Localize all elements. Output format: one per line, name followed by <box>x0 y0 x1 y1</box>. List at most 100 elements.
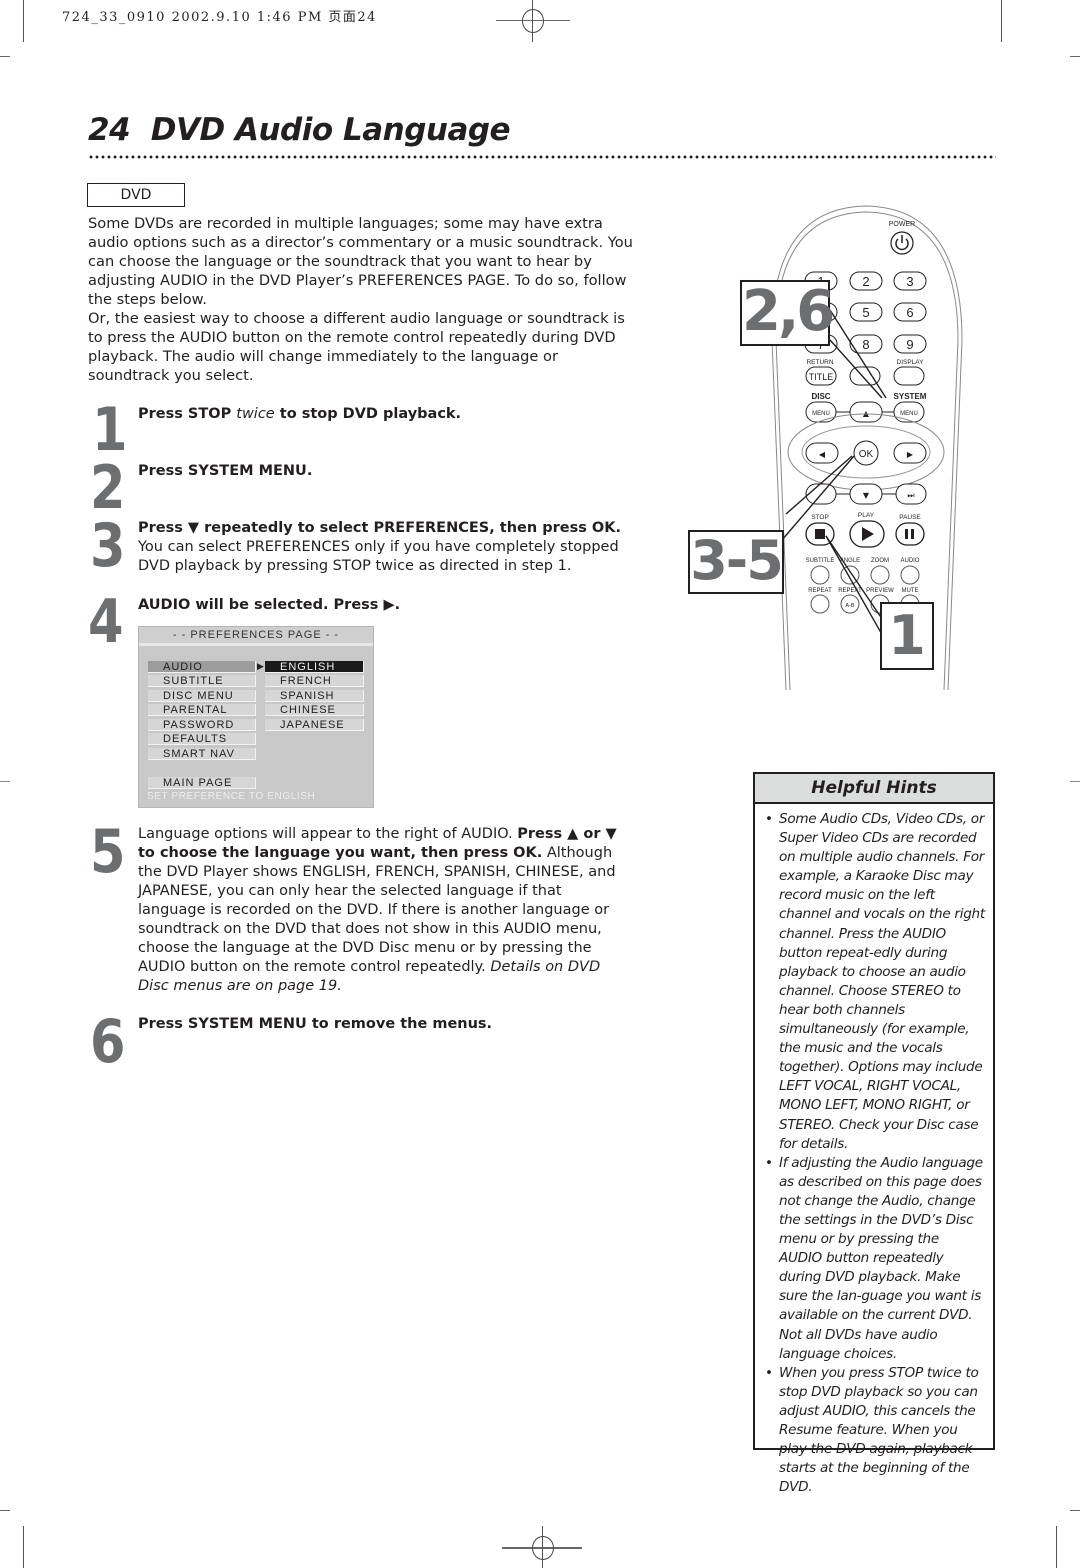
osd-menu-item-subtitle[interactable]: SUBTITLE <box>148 675 256 687</box>
hints-list: Some Audio CDs, Video CDs, or Super Vide… <box>755 804 993 1497</box>
remote-label-system: SYSTEM <box>894 392 927 401</box>
step-text-bold: Press SYSTEM MENU to remove the menus. <box>138 1016 493 1032</box>
digit-label: 5 <box>862 305 869 320</box>
remote-label-pause: PAUSE <box>899 514 921 521</box>
crop-mark <box>1070 56 1080 57</box>
zoom-button[interactable] <box>870 565 890 585</box>
osd-menu-item-disc-menu[interactable]: DISC MENU <box>148 690 256 702</box>
osd-menu-item-password[interactable]: PASSWORD <box>148 719 256 731</box>
helpful-hints-title: Helpful Hints <box>755 774 993 804</box>
remote-label-audio: AUDIO <box>900 558 919 564</box>
callout-steps-3-5: 3-5 <box>688 530 784 594</box>
callout-step-1: 1 <box>880 602 934 670</box>
step-6-text: Press SYSTEM MENU to remove the menus. <box>138 1015 632 1034</box>
up-arrow-icon: ▲ <box>863 409 870 418</box>
remote-label-subtitle: SUBTITLE <box>806 558 835 564</box>
audio-button[interactable] <box>900 565 920 585</box>
digit-label: 2 <box>862 274 869 289</box>
hint-item: Some Audio CDs, Video CDs, or Super Vide… <box>765 810 985 1154</box>
step-number: 1 <box>92 395 127 465</box>
remote-label-menu: MENU <box>812 411 830 417</box>
osd-menu-item-parental[interactable]: PARENTAL <box>148 704 256 716</box>
step-text-bold: AUDIO will be selected. Press ▶. <box>138 597 401 613</box>
crop-mark <box>0 56 10 57</box>
helpful-hints-box: Helpful Hints Some Audio CDs, Video CDs,… <box>753 772 995 1495</box>
next-icon: ⏭ <box>907 491 914 500</box>
crop-mark <box>1001 0 1002 42</box>
intro-paragraph: Some DVDs are recorded in multiple langu… <box>88 215 633 308</box>
step-text-italic: twice <box>236 406 275 422</box>
osd-selection-arrow-icon: ▶ <box>257 661 264 671</box>
display-button[interactable] <box>893 366 925 386</box>
right-arrow-icon: ▶ <box>907 450 914 459</box>
digit-label: 6 <box>906 305 913 320</box>
crop-mark <box>0 1510 10 1511</box>
osd-language-spanish[interactable]: SPANISH <box>265 690 364 702</box>
callout-steps-2-6: 2,6 <box>740 279 835 346</box>
step-number: 3 <box>90 511 125 581</box>
osd-menu-item-audio[interactable]: AUDIO <box>148 661 256 673</box>
osd-main-page[interactable]: MAIN PAGE <box>148 777 256 789</box>
step-text: You can select PREFERENCES only if you h… <box>138 539 619 574</box>
disc-type-badge: DVD <box>87 183 185 207</box>
crop-mark <box>1070 781 1080 782</box>
osd-menu-item-defaults[interactable]: DEFAULTS <box>148 733 256 745</box>
remote-label-play: PLAY <box>858 512 875 519</box>
remote-label-mute: MUTE <box>902 588 919 594</box>
subtitle-button[interactable] <box>810 565 830 585</box>
crop-mark <box>1056 1526 1057 1568</box>
step-3-text: Press ▼ repeatedly to select PREFERENCES… <box>138 519 632 576</box>
dotted-divider <box>88 155 996 159</box>
step-2-text: Press SYSTEM MENU. <box>138 462 632 481</box>
step-text-bold: Press SYSTEM MENU. <box>138 463 313 479</box>
osd-status-text: SET PREFERENCE TO ENGLISH <box>147 791 316 802</box>
remote-label-display: DISPLAY <box>897 359 925 366</box>
osd-menu-item-smart-nav[interactable]: SMART NAV <box>148 748 256 760</box>
step-number: 2 <box>90 453 125 523</box>
repeat-button[interactable] <box>810 594 830 614</box>
remote-label-menu: MENU <box>900 411 918 417</box>
crop-mark <box>0 781 10 782</box>
step-text-bold: Press ▼ repeatedly to select PREFERENCES… <box>138 520 621 536</box>
stop-icon <box>815 529 825 539</box>
digit-label: 3 <box>906 274 913 289</box>
remote-label-preview: PREVIEW <box>866 588 894 594</box>
hint-item: If adjusting the Audio language as descr… <box>765 1154 985 1364</box>
hint-item: When you press STOP twice to stop DVD pl… <box>765 1364 985 1498</box>
intro-text: Some DVDs are recorded in multiple langu… <box>88 214 636 385</box>
step-text: Although the DVD Player shows ENGLISH, F… <box>138 845 616 975</box>
remote-control-illustration: POWER 123456789 RETURN DISPLAY TITLE DIS… <box>688 190 980 700</box>
left-arrow-icon: ◀ <box>819 450 826 459</box>
remote-label-title: TITLE <box>809 372 834 382</box>
step-number: 5 <box>90 817 125 887</box>
osd-language-english[interactable]: ENGLISH <box>265 661 364 673</box>
remote-label-stop: STOP <box>811 514 829 521</box>
step-number: 6 <box>90 1007 125 1077</box>
osd-language-chinese[interactable]: CHINESE <box>265 704 364 716</box>
registration-circle <box>522 9 544 33</box>
pause-button[interactable] <box>895 522 925 546</box>
osd-language-japanese[interactable]: JAPANESE <box>265 719 364 731</box>
remote-label-ok: OK <box>859 449 874 460</box>
preferences-page-screen: - - PREFERENCES PAGE - - AUDIO SUBTITLE … <box>138 626 374 808</box>
crop-mark <box>1070 1510 1080 1511</box>
step-1-text: Press STOP twice to stop DVD playback. <box>138 405 632 424</box>
digit-label: 9 <box>906 337 913 352</box>
remote-body: POWER 123456789 RETURN DISPLAY TITLE DIS… <box>771 205 963 691</box>
digit-label: 8 <box>862 337 869 352</box>
remote-label-ab: A-B <box>845 603 855 609</box>
page-number: 24 <box>88 112 131 148</box>
intro-paragraph: Or, the easiest way to choose a differen… <box>88 310 625 384</box>
osd-language-french[interactable]: FRENCH <box>265 675 364 687</box>
step-text-bold: to stop DVD playback. <box>274 406 462 422</box>
remote-label-disc: DISC <box>811 392 830 401</box>
step-4-text: AUDIO will be selected. Press ▶. <box>138 596 632 615</box>
step-5-text: Language options will appear to the righ… <box>138 825 632 996</box>
remote-label-power: POWER <box>889 221 915 228</box>
remote-label-repeat: REPEAT <box>808 588 832 594</box>
step-text-bold: Press STOP <box>138 406 237 422</box>
remote-label-return: RETURN <box>806 359 833 366</box>
crop-mark <box>23 0 24 42</box>
step-number: 4 <box>88 587 123 657</box>
osd-header: - - PREFERENCES PAGE - - <box>139 627 373 646</box>
